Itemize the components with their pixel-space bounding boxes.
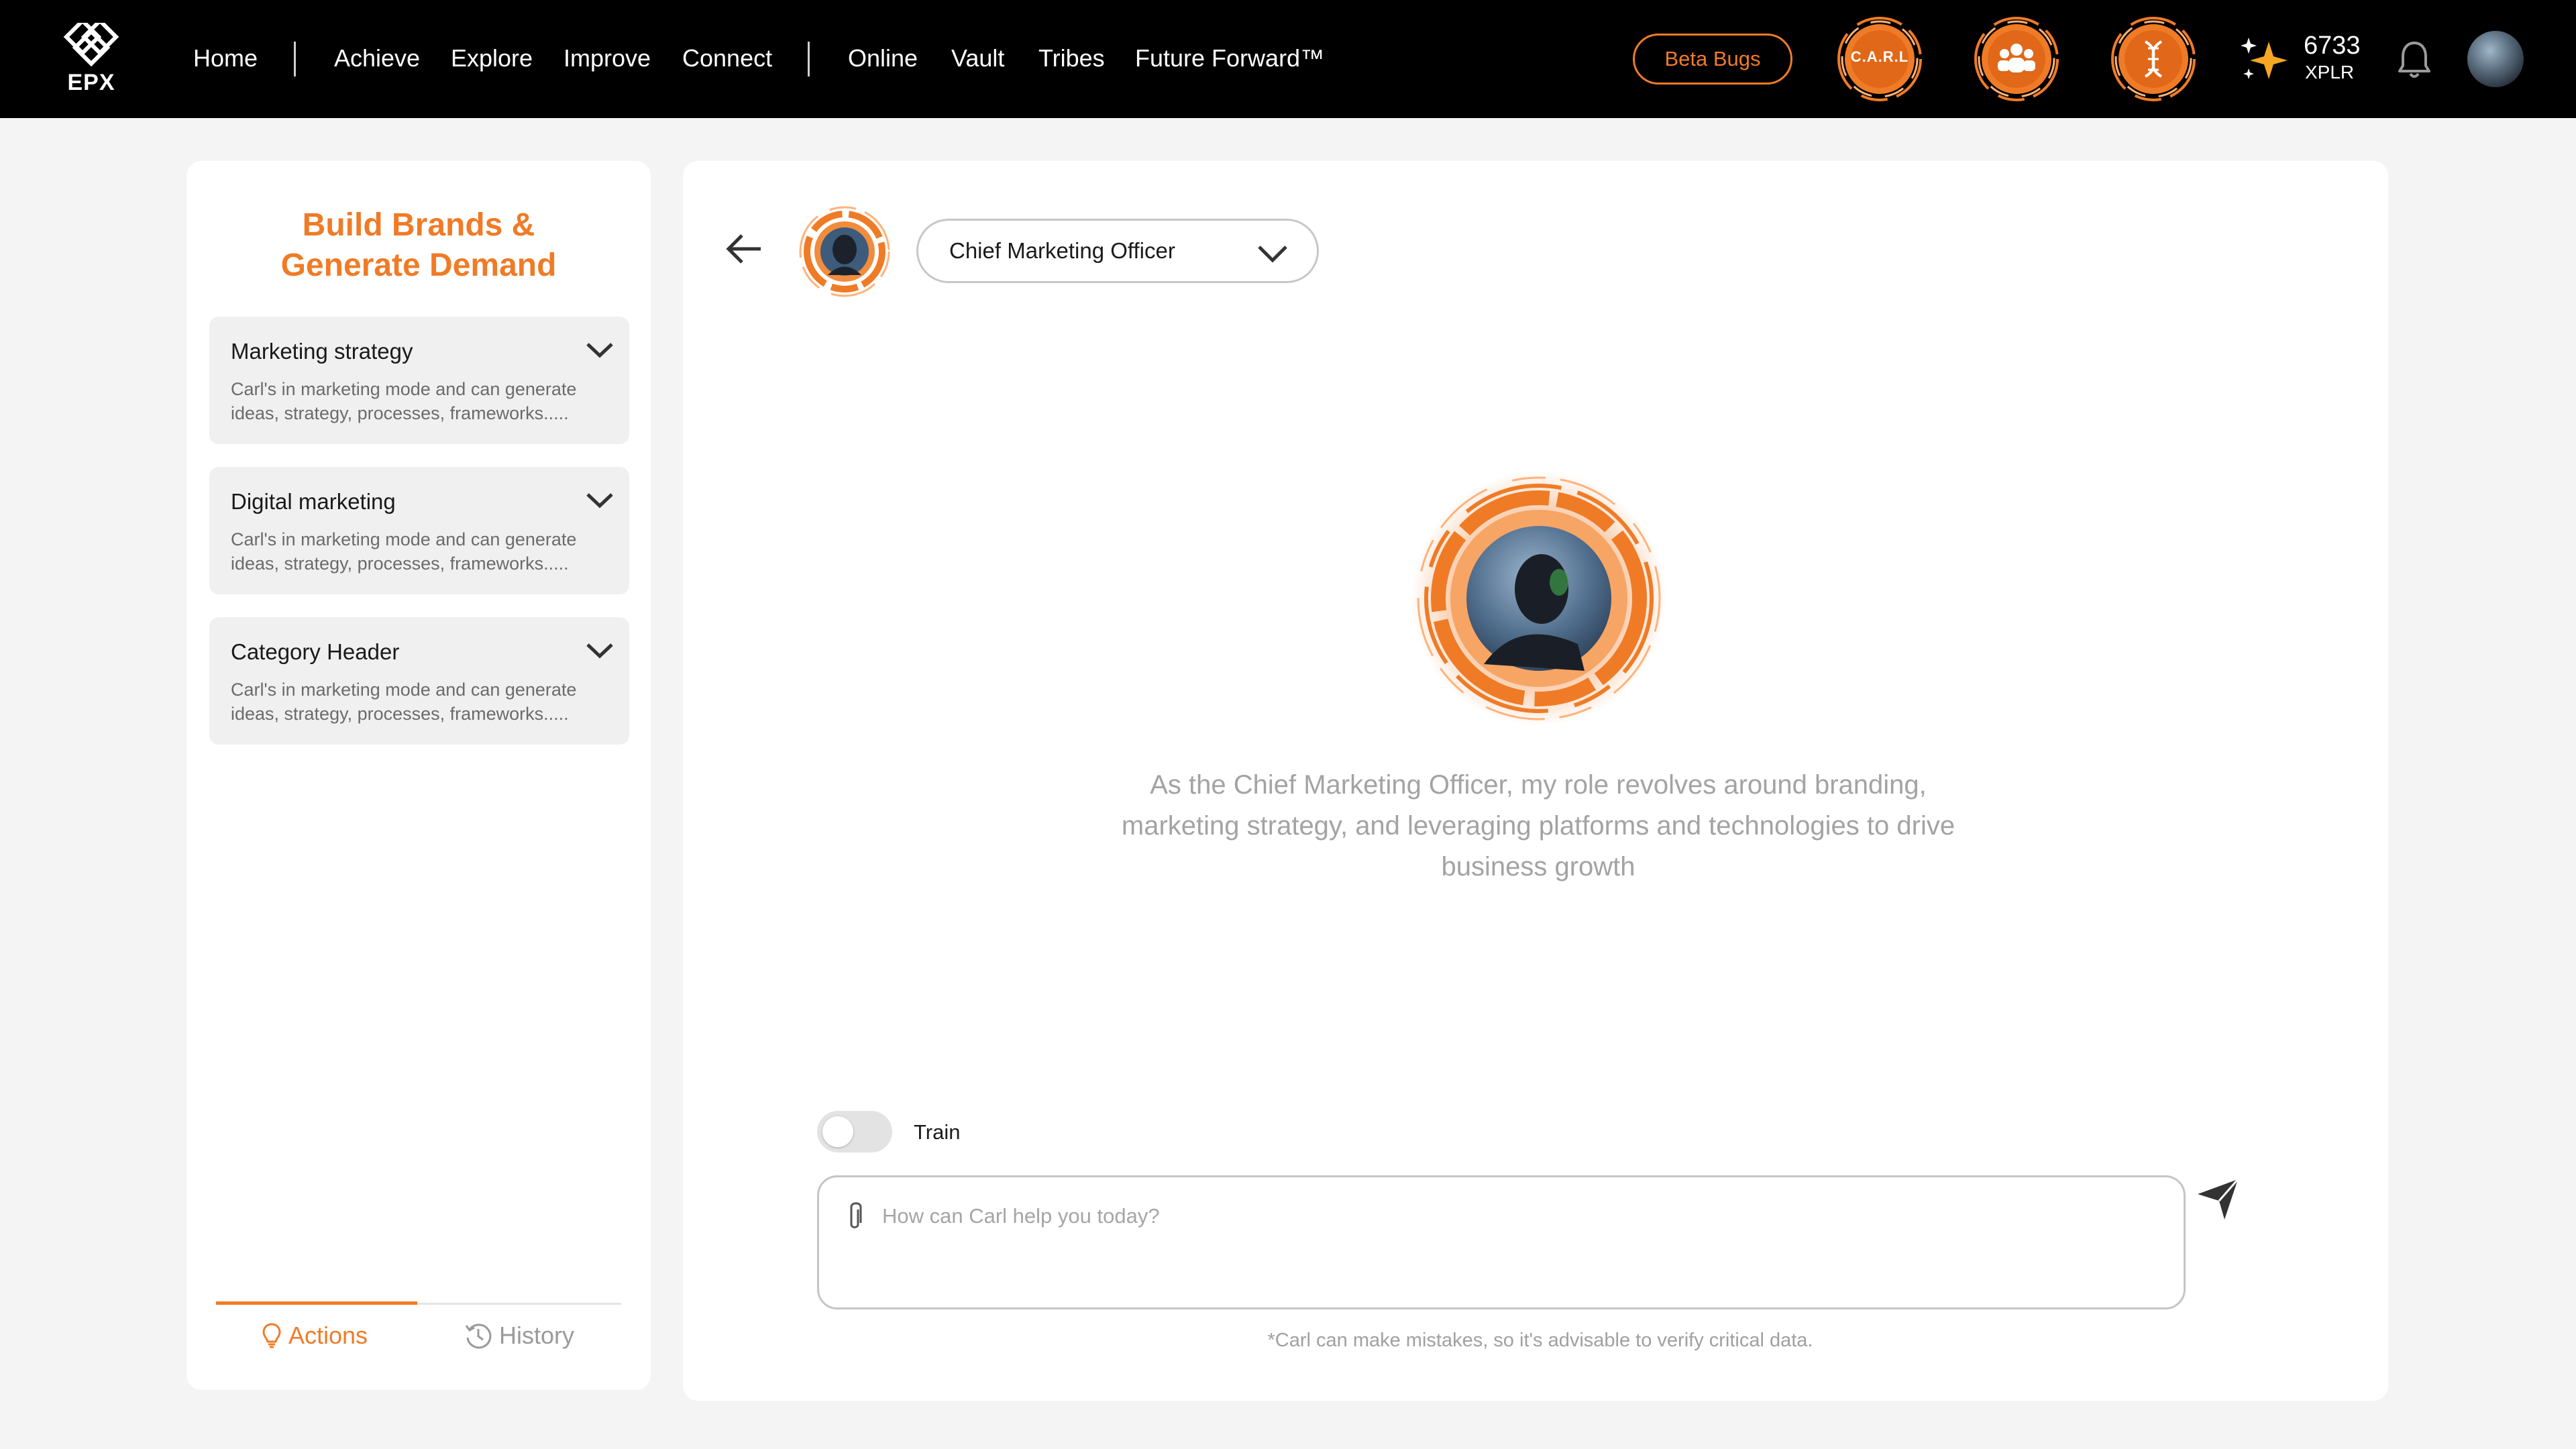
nav-connect[interactable]: Connect [682,42,772,75]
bell-icon[interactable] [2396,39,2432,80]
tab-history[interactable]: History [464,1312,574,1359]
sidebar-title-line1: Build Brands & [302,207,535,243]
card-title: Digital marketing [231,489,396,514]
nav-online[interactable]: Online [848,42,918,75]
paperclip-icon[interactable] [845,1200,865,1232]
back-arrow-icon[interactable] [724,232,765,266]
user-avatar[interactable] [2467,31,2524,87]
nav-home[interactable]: Home [193,42,258,75]
sidebar-title: Build Brands & Generate Demand [186,205,651,286]
chevron-down-icon[interactable] [585,641,614,660]
send-icon[interactable] [2195,1175,2242,1222]
role-select[interactable]: Chief Marketing Officer [916,219,1319,283]
nav-future-forward[interactable]: Future Forward™ [1135,42,1324,75]
card-description: Carl's in marketing mode and can generat… [231,529,577,574]
role-select-value: Chief Marketing Officer [949,238,1175,263]
chat-input-box[interactable] [817,1175,2186,1309]
history-icon [465,1324,492,1349]
chat-panel: Chief Marketing Officer As the Chief Mar… [683,161,2388,1401]
nav-explore[interactable]: Explore [451,42,533,75]
chevron-down-icon [1258,246,1287,263]
carl-badge[interactable]: C.A.R.L [1835,15,1924,103]
nav-achieve[interactable]: Achieve [334,42,420,75]
card-description: Carl's in marketing mode and can generat… [231,680,577,724]
nav-tribes[interactable]: Tribes [1038,42,1105,75]
sparkle-icon [2241,38,2288,79]
dna-icon [2111,17,2196,101]
train-label: Train [914,1120,961,1144]
chat-input[interactable] [882,1196,2157,1236]
tab-history-label: History [499,1322,575,1349]
card-digital-marketing[interactable]: Digital marketing Carl's in marketing mo… [209,467,629,594]
epx-logo[interactable]: EPX [62,23,121,97]
train-toggle[interactable] [817,1111,892,1152]
card-description: Carl's in marketing mode and can generat… [231,379,577,423]
card-category-header[interactable]: Category Header Carl's in marketing mode… [209,617,629,745]
epx-logo-icon [63,23,119,67]
dna-badge[interactable] [2109,15,2198,103]
role-introduction: As the Chief Marketing Officer, my role … [1121,770,1955,881]
xplr-points-value: 6733 [2304,32,2361,60]
disclaimer-text: *Carl can make mistakes, so it's advisab… [1267,1330,1813,1351]
chevron-down-icon[interactable] [585,491,614,510]
beta-bugs-button[interactable]: Beta Bugs [1633,34,1792,85]
card-marketing-strategy[interactable]: Marketing strategy Carl's in marketing m… [209,317,629,444]
toggle-knob [822,1116,853,1147]
nav-divider [294,42,296,76]
carl-badge-label: C.A.R.L [1850,48,1909,65]
carl-avatar-small [799,206,890,297]
actions-sidebar: Build Brands & Generate Demand Marketing… [186,161,651,1390]
tab-actions-label: Actions [288,1322,368,1349]
sidebar-title-line2: Generate Demand [280,248,557,283]
team-badge[interactable] [1972,15,2061,103]
nav-improve[interactable]: Improve [564,42,651,75]
active-tab-indicator [216,1301,417,1305]
logo-text: EPX [67,70,115,95]
lightbulb-icon [262,1323,281,1348]
top-navigation-bar: EPX Home Achieve Explore Improve Connect… [0,0,2576,118]
chevron-down-icon[interactable] [585,341,614,360]
card-title: Marketing strategy [231,339,413,364]
carl-avatar-large [1411,471,1666,726]
nav-vault[interactable]: Vault [951,42,1004,75]
tab-actions[interactable]: Actions [262,1312,368,1359]
card-title: Category Header [231,639,400,664]
xplr-points-unit: XPLR [2305,62,2355,83]
people-icon [1974,17,2059,101]
nav-divider [808,42,810,76]
